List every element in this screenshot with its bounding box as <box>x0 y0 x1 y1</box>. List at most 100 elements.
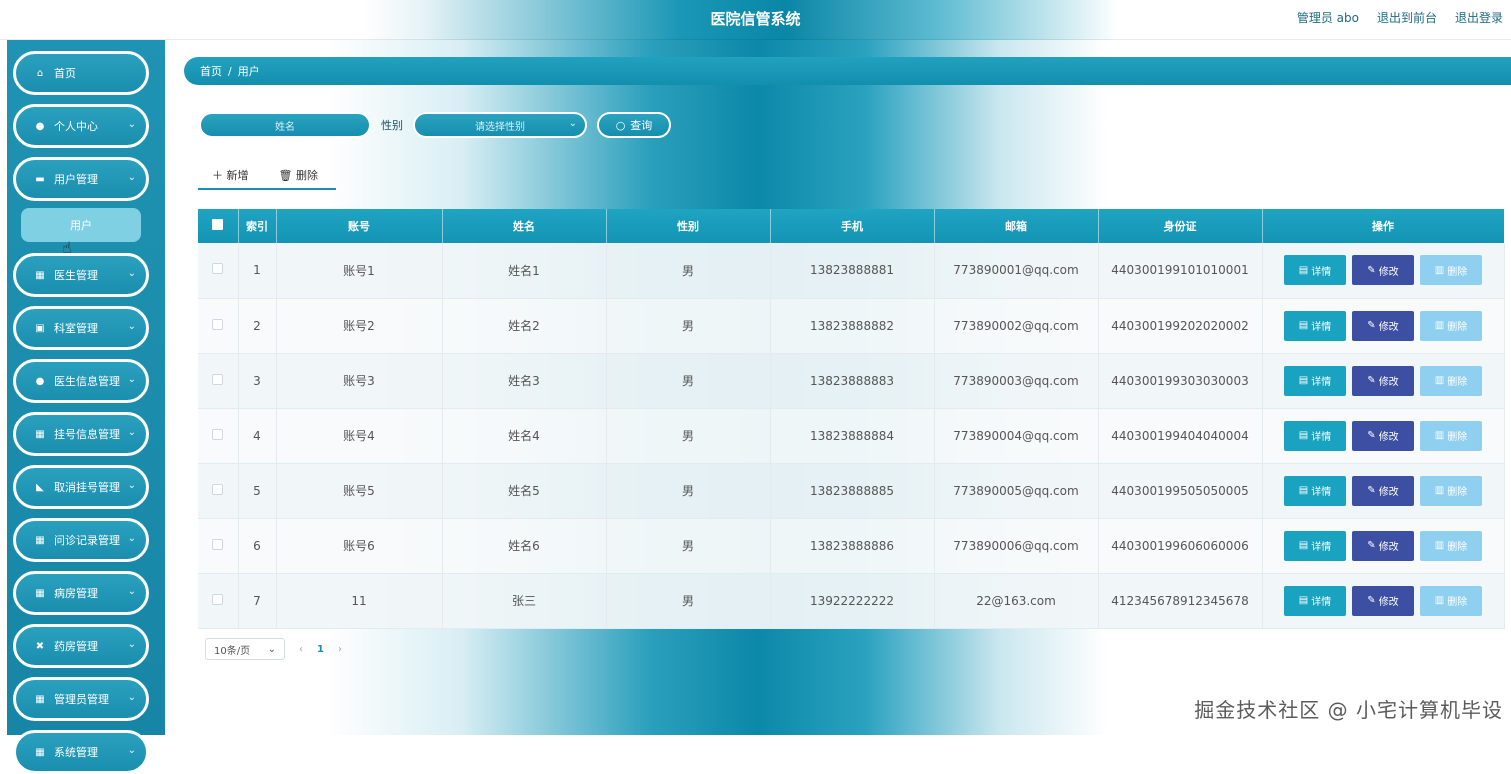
row-checkbox[interactable] <box>198 408 238 463</box>
sidebar-subitem-users[interactable]: 用户 <box>21 208 141 242</box>
edit-label: 修改 <box>1379 428 1399 443</box>
page-size-select[interactable]: 10条/页 ⌄ <box>205 638 285 660</box>
grid-icon: ▦ <box>34 429 46 440</box>
breadcrumb-home[interactable]: 首页 <box>200 63 222 79</box>
sidebar-item-label: 用户管理 <box>54 171 98 187</box>
edit-button[interactable]: ✎修改 <box>1352 311 1414 341</box>
sidebar-item-consultation-records[interactable]: ▦ 问诊记录管理 ⌄ <box>13 518 149 562</box>
chevron-down-icon: ⌄ <box>128 119 136 130</box>
header-id-card[interactable]: 身份证 <box>1098 209 1262 243</box>
detail-button[interactable]: ▤详情 <box>1284 311 1346 341</box>
chevron-down-icon: ⌄ <box>128 172 136 183</box>
delete-row-button[interactable]: ▥删除 <box>1420 255 1482 285</box>
delete-button[interactable]: 🗑 删除 <box>279 167 318 183</box>
add-button[interactable]: ＋ 新增 <box>212 167 249 183</box>
row-checkbox[interactable] <box>198 353 238 408</box>
delete-row-button[interactable]: ▥删除 <box>1420 586 1482 616</box>
home-icon: ⌂ <box>34 68 46 79</box>
cell-index: 3 <box>238 353 276 408</box>
cell-phone: 13823888884 <box>770 408 934 463</box>
thumb-icon: ◣ <box>34 482 46 493</box>
sidebar-item-registration-management[interactable]: ▦ 挂号信息管理 ⌄ <box>13 412 149 456</box>
delete-row-button[interactable]: ▥删除 <box>1420 476 1482 506</box>
add-label: 新增 <box>227 169 249 182</box>
row-checkbox[interactable] <box>198 243 238 298</box>
table-row: 3账号3姓名3男13823888883773890003@qq.com44030… <box>198 353 1504 408</box>
edit-button[interactable]: ✎修改 <box>1352 586 1414 616</box>
detail-button[interactable]: ▤详情 <box>1284 366 1346 396</box>
delete-row-button[interactable]: ▥删除 <box>1420 421 1482 451</box>
edit-button[interactable]: ✎修改 <box>1352 255 1414 285</box>
delete-label: 删除 <box>1447 318 1467 333</box>
row-checkbox[interactable] <box>198 463 238 518</box>
grid-icon: ▦ <box>34 535 46 546</box>
sidebar-item-pharmacy-management[interactable]: ✖ 药房管理 ⌄ <box>13 624 149 668</box>
back-to-front-link[interactable]: 退出到前台 <box>1377 9 1437 26</box>
cell-account: 账号6 <box>276 518 442 573</box>
row-checkbox[interactable] <box>198 298 238 353</box>
grid-icon: ▦ <box>34 588 46 599</box>
search-icon: ○ <box>616 119 626 132</box>
delete-label: 删除 <box>1447 373 1467 388</box>
header-email[interactable]: 邮箱 <box>934 209 1098 243</box>
detail-icon: ▤ <box>1299 320 1308 331</box>
sex-select[interactable]: 请选择性别 ⌄ <box>413 112 587 138</box>
admin-user-label[interactable]: 管理员 abo <box>1297 9 1359 26</box>
row-checkbox[interactable] <box>198 518 238 573</box>
sidebar-item-personal-center[interactable]: ● 个人中心 ⌄ <box>13 104 149 148</box>
header-name[interactable]: 姓名 <box>442 209 606 243</box>
sex-select-box[interactable]: 请选择性别 <box>413 112 587 138</box>
pagination: 10条/页 ⌄ ‹ 1 › <box>205 638 342 660</box>
header-sex[interactable]: 性别 <box>606 209 770 243</box>
sidebar-item-label: 病房管理 <box>54 585 98 601</box>
sidebar-item-user-management[interactable]: ▬ 用户管理 ⌄ <box>13 157 149 201</box>
logout-link[interactable]: 退出登录 <box>1455 9 1503 26</box>
sidebar-item-department-management[interactable]: ▣ 科室管理 ⌄ <box>13 306 149 350</box>
sidebar-item-doctor-info-management[interactable]: ● 医生信息管理 ⌄ <box>13 359 149 403</box>
table-toolbar: ＋ 新增 🗑 删除 <box>198 162 336 190</box>
sidebar-item-doctor-management[interactable]: ▦ 医生管理 ⌄ <box>13 253 149 297</box>
row-checkbox[interactable] <box>198 573 238 628</box>
detail-button[interactable]: ▤详情 <box>1284 255 1346 285</box>
edit-button[interactable]: ✎修改 <box>1352 421 1414 451</box>
name-search-input[interactable]: 姓名 <box>199 112 371 138</box>
detail-icon: ▤ <box>1299 375 1308 386</box>
detail-label: 详情 <box>1311 538 1331 553</box>
page-number[interactable]: 1 <box>317 644 324 655</box>
detail-label: 详情 <box>1311 373 1331 388</box>
cell-email: 773890001@qq.com <box>934 243 1098 298</box>
sidebar-item-cancel-registration[interactable]: ◣ 取消挂号管理 ⌄ <box>13 465 149 509</box>
detail-button[interactable]: ▤详情 <box>1284 421 1346 451</box>
edit-icon: ✎ <box>1367 485 1375 496</box>
sidebar-item-home[interactable]: ⌂ 首页 <box>13 51 149 95</box>
delete-label: 删除 <box>296 169 318 182</box>
cell-sex: 男 <box>606 353 770 408</box>
detail-button[interactable]: ▤详情 <box>1284 476 1346 506</box>
select-all-checkbox[interactable] <box>198 209 238 243</box>
cell-name: 姓名5 <box>442 463 606 518</box>
detail-button[interactable]: ▤详情 <box>1284 586 1346 616</box>
edit-button[interactable]: ✎修改 <box>1352 476 1414 506</box>
cell-id-card: 440300199606060006 <box>1098 518 1262 573</box>
delete-row-button[interactable]: ▥删除 <box>1420 531 1482 561</box>
chevron-down-icon: ⌄ <box>128 374 136 385</box>
cell-name: 姓名3 <box>442 353 606 408</box>
trash-icon: ▥ <box>1435 265 1444 276</box>
next-page-icon[interactable]: › <box>338 644 342 655</box>
delete-row-button[interactable]: ▥删除 <box>1420 366 1482 396</box>
cell-phone: 13823888886 <box>770 518 934 573</box>
header-phone[interactable]: 手机 <box>770 209 934 243</box>
breadcrumb-separator: / <box>228 65 232 78</box>
cell-sex: 男 <box>606 408 770 463</box>
sidebar-item-admin-management[interactable]: ▦ 管理员管理 ⌄ <box>13 677 149 721</box>
edit-button[interactable]: ✎修改 <box>1352 531 1414 561</box>
edit-button[interactable]: ✎修改 <box>1352 366 1414 396</box>
prev-page-icon[interactable]: ‹ <box>299 644 303 655</box>
detail-button[interactable]: ▤详情 <box>1284 531 1346 561</box>
delete-row-button[interactable]: ▥删除 <box>1420 311 1482 341</box>
header-account[interactable]: 账号 <box>276 209 442 243</box>
edit-label: 修改 <box>1379 373 1399 388</box>
sidebar-item-ward-management[interactable]: ▦ 病房管理 ⌄ <box>13 571 149 615</box>
sidebar-item-system-management[interactable]: ▦ 系统管理 ⌄ <box>13 730 149 774</box>
query-button[interactable]: ○ 查询 <box>597 112 671 138</box>
